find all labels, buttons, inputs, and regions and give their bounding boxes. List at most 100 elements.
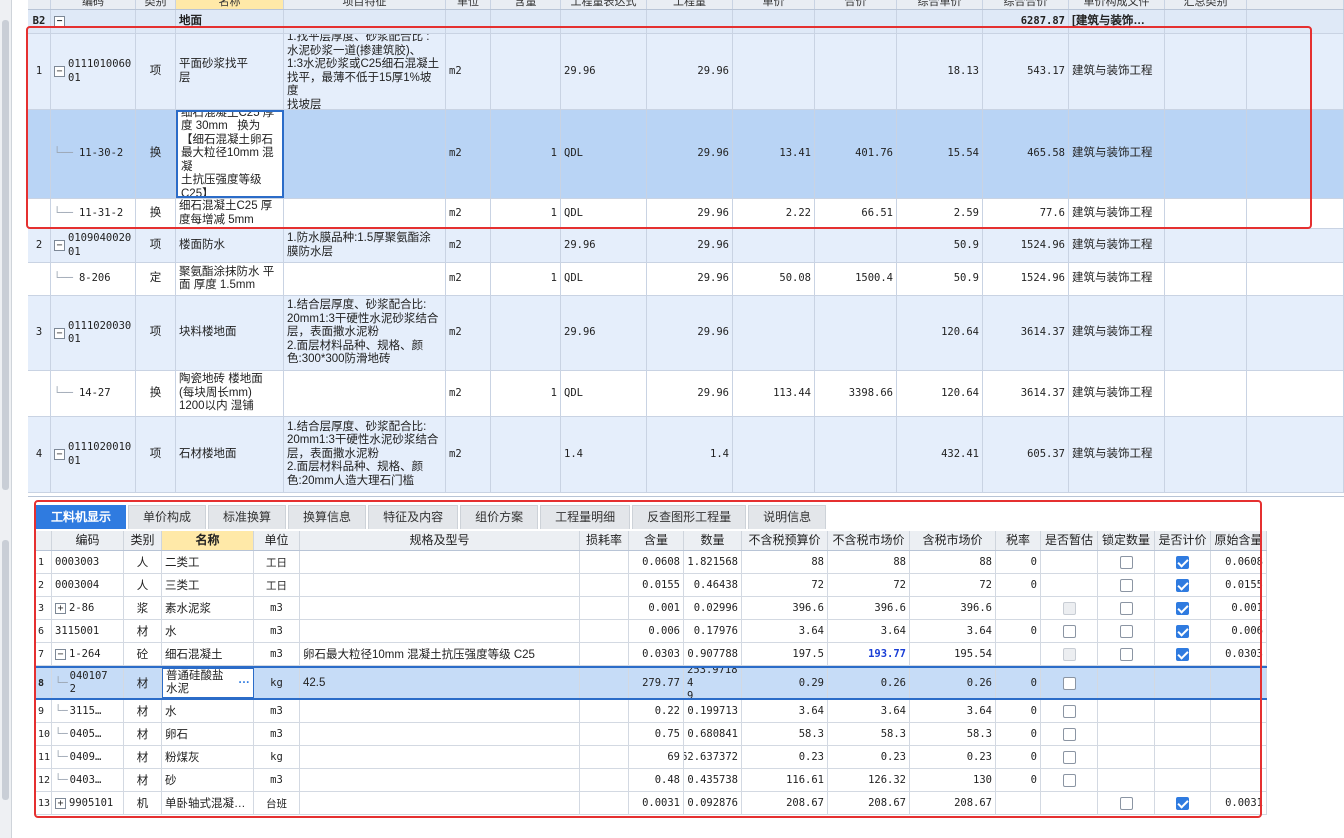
header-col-2[interactable]: 类别: [136, 0, 176, 9]
resource-qty[interactable]: 62.637372: [684, 746, 742, 768]
resource-tax[interactable]: 0: [996, 769, 1041, 791]
resource-spec[interactable]: 卵石最大粒径10mm 混凝土抗压强度等级 C25: [300, 643, 580, 665]
header-col-9[interactable]: 单价: [733, 0, 815, 9]
checkbox-lock[interactable]: [1119, 796, 1133, 810]
resource-content[interactable]: 0.006: [629, 620, 684, 642]
collapse-toggle-icon[interactable]: −: [54, 240, 65, 251]
resource-header-col-1[interactable]: 编码: [52, 531, 124, 550]
resource-header-col-2[interactable]: 类别: [124, 531, 162, 550]
more-options-button[interactable]: ···: [239, 677, 251, 690]
header-col-4[interactable]: 项目特征: [284, 0, 446, 9]
resource-header-col-16[interactable]: 原始含量: [1211, 531, 1267, 550]
item-feature[interactable]: 1.防水膜品种:1.5厚聚氨酯涂 膜防水层: [284, 229, 446, 262]
resource-header-col-15[interactable]: 是否计价: [1155, 531, 1211, 550]
item-name[interactable]: 楼面防水: [176, 229, 284, 262]
resource-budget[interactable]: 0.23: [742, 746, 828, 768]
resource-header-col-7[interactable]: 含量: [629, 531, 684, 550]
resource-header-col-14[interactable]: 锁定数量: [1098, 531, 1155, 550]
bill-row[interactable]: └── 11-30-2 换细石混凝土C25 厚 度 30mm 换为 【细石混凝土卵石…: [28, 110, 1344, 199]
resource-header-col-12[interactable]: 税率: [996, 531, 1041, 550]
resource-spec[interactable]: [300, 551, 580, 573]
resource-qty[interactable]: 0.907788: [684, 643, 742, 665]
resource-spec[interactable]: [300, 620, 580, 642]
resource-tax[interactable]: 0: [996, 620, 1041, 642]
resource-budget[interactable]: 208.67: [742, 792, 828, 814]
resource-budget[interactable]: 116.61: [742, 769, 828, 791]
resource-row[interactable]: 7−1-264 砼细石混凝土 m3 卵石最大粒径10mm 混凝土抗压强度等级 C25 0…: [36, 643, 1267, 666]
tab-5[interactable]: 组价方案: [460, 505, 539, 529]
expand-toggle-icon[interactable]: +: [55, 602, 66, 614]
header-col-14[interactable]: 汇总类别: [1165, 0, 1247, 9]
resource-taxmarket[interactable]: 58.3: [910, 723, 996, 745]
checkbox-priced[interactable]: [1176, 555, 1189, 569]
tab-0[interactable]: 工料机显示: [36, 505, 127, 529]
resource-spec[interactable]: [300, 769, 580, 791]
resource-tax[interactable]: [996, 643, 1041, 665]
collapse-toggle-icon[interactable]: −: [54, 16, 65, 27]
resource-row[interactable]: 1 0003003 人二类工 工日 0.0608 1.821568 88 88 88 0 0.060…: [36, 551, 1267, 574]
resource-taxmarket[interactable]: 72: [910, 574, 996, 596]
resource-row[interactable]: 9 └─ 3115… 材水 m3 0.22 0.199713 3.64 3.64 3.64 0: [36, 700, 1267, 723]
bill-row[interactable]: 2−010904002001 项楼面防水 1.防水膜品种:1.5厚聚氨酯涂 膜防水层…: [28, 229, 1344, 263]
resource-name[interactable]: 普通硅酸盐 水泥 ···: [162, 668, 254, 698]
resource-market[interactable]: 58.3: [828, 723, 910, 745]
resource-content[interactable]: 0.0155: [629, 574, 684, 596]
resource-qty[interactable]: 0.092876: [684, 792, 742, 814]
resource-loss[interactable]: [580, 792, 629, 814]
collapse-toggle-icon[interactable]: −: [54, 66, 65, 77]
checkbox-lock[interactable]: [1119, 601, 1133, 615]
resource-taxmarket[interactable]: 396.6: [910, 597, 996, 619]
checkbox-est[interactable]: [1062, 727, 1076, 741]
resource-content[interactable]: 0.22: [629, 700, 684, 722]
item-feature[interactable]: 1.结合层厚度、砂浆配合比: 20mm1:3干硬性水泥砂浆结合 层，表面撒水泥粉…: [284, 417, 446, 492]
resource-loss[interactable]: [580, 769, 629, 791]
resource-header-col-11[interactable]: 含税市场价: [910, 531, 996, 550]
resource-tax[interactable]: 0: [996, 551, 1041, 573]
tab-2[interactable]: 标准换算: [208, 505, 287, 529]
checkbox-est[interactable]: [1062, 676, 1076, 690]
resource-header-col-6[interactable]: 损耗率: [580, 531, 629, 550]
resource-header-col-10[interactable]: 不含税市场价: [828, 531, 910, 550]
resource-qty[interactable]: 253.97184 9: [684, 668, 742, 698]
scroll-thumb-lower[interactable]: [2, 540, 9, 800]
resource-market[interactable]: 126.32: [828, 769, 910, 791]
resource-tax[interactable]: 0: [996, 668, 1041, 698]
resource-name[interactable]: 素水泥浆: [162, 597, 254, 619]
resource-loss[interactable]: [580, 620, 629, 642]
item-name[interactable]: 石材楼地面: [176, 417, 284, 492]
resource-name[interactable]: 细石混凝土: [162, 643, 254, 665]
bill-row[interactable]: 3−011102003001 项块料楼地面 1.结合层厚度、砂浆配合比: 20mm1…: [28, 296, 1344, 371]
resource-spec[interactable]: [300, 792, 580, 814]
resource-spec[interactable]: [300, 700, 580, 722]
resource-row[interactable]: 13 +9905101 机单卧轴式混凝… 台班 0.0031 0.092876 208.67…: [36, 792, 1267, 815]
resource-spec[interactable]: [300, 746, 580, 768]
resource-name[interactable]: 水: [162, 700, 254, 722]
resource-name[interactable]: 二类工: [162, 551, 254, 573]
resource-loss[interactable]: [580, 643, 629, 665]
header-col-1[interactable]: 编码: [51, 0, 136, 9]
resource-header-col-0[interactable]: [36, 531, 52, 550]
resource-budget[interactable]: 88: [742, 551, 828, 573]
resource-taxmarket[interactable]: 130: [910, 769, 996, 791]
item-name[interactable]: 细石混凝土C25 厚 度每增减 5mm: [176, 199, 284, 228]
left-scrollbar[interactable]: [0, 0, 12, 838]
resource-header-col-13[interactable]: 是否暂估: [1041, 531, 1098, 550]
resource-spec[interactable]: [300, 723, 580, 745]
tab-7[interactable]: 反查图形工程量: [632, 505, 747, 529]
resource-loss[interactable]: [580, 746, 629, 768]
resource-market[interactable]: 3.64: [828, 700, 910, 722]
bill-row[interactable]: 1−011101006001 项平面砂浆找平 层 1.找平层厚度、砂浆配合比 : 水…: [28, 34, 1344, 110]
resource-qty[interactable]: 0.199713: [684, 700, 742, 722]
resource-content[interactable]: 0.0303: [629, 643, 684, 665]
resource-budget[interactable]: 3.64: [742, 620, 828, 642]
resource-name[interactable]: 三类工: [162, 574, 254, 596]
resource-name[interactable]: 单卧轴式混凝…: [162, 792, 254, 814]
resource-header-col-5[interactable]: 规格及型号: [300, 531, 580, 550]
resource-loss[interactable]: [580, 574, 629, 596]
bill-row[interactable]: └── 8-206 定聚氨酯涂抹防水 平 面 厚度 1.5mm m2 1 QDL 29.96…: [28, 263, 1344, 296]
collapse-toggle-icon[interactable]: −: [55, 648, 66, 660]
checkbox-est[interactable]: [1062, 750, 1076, 764]
resource-loss[interactable]: [580, 700, 629, 722]
resource-header-col-9[interactable]: 不含税预算价: [742, 531, 828, 550]
resource-tax[interactable]: 0: [996, 723, 1041, 745]
